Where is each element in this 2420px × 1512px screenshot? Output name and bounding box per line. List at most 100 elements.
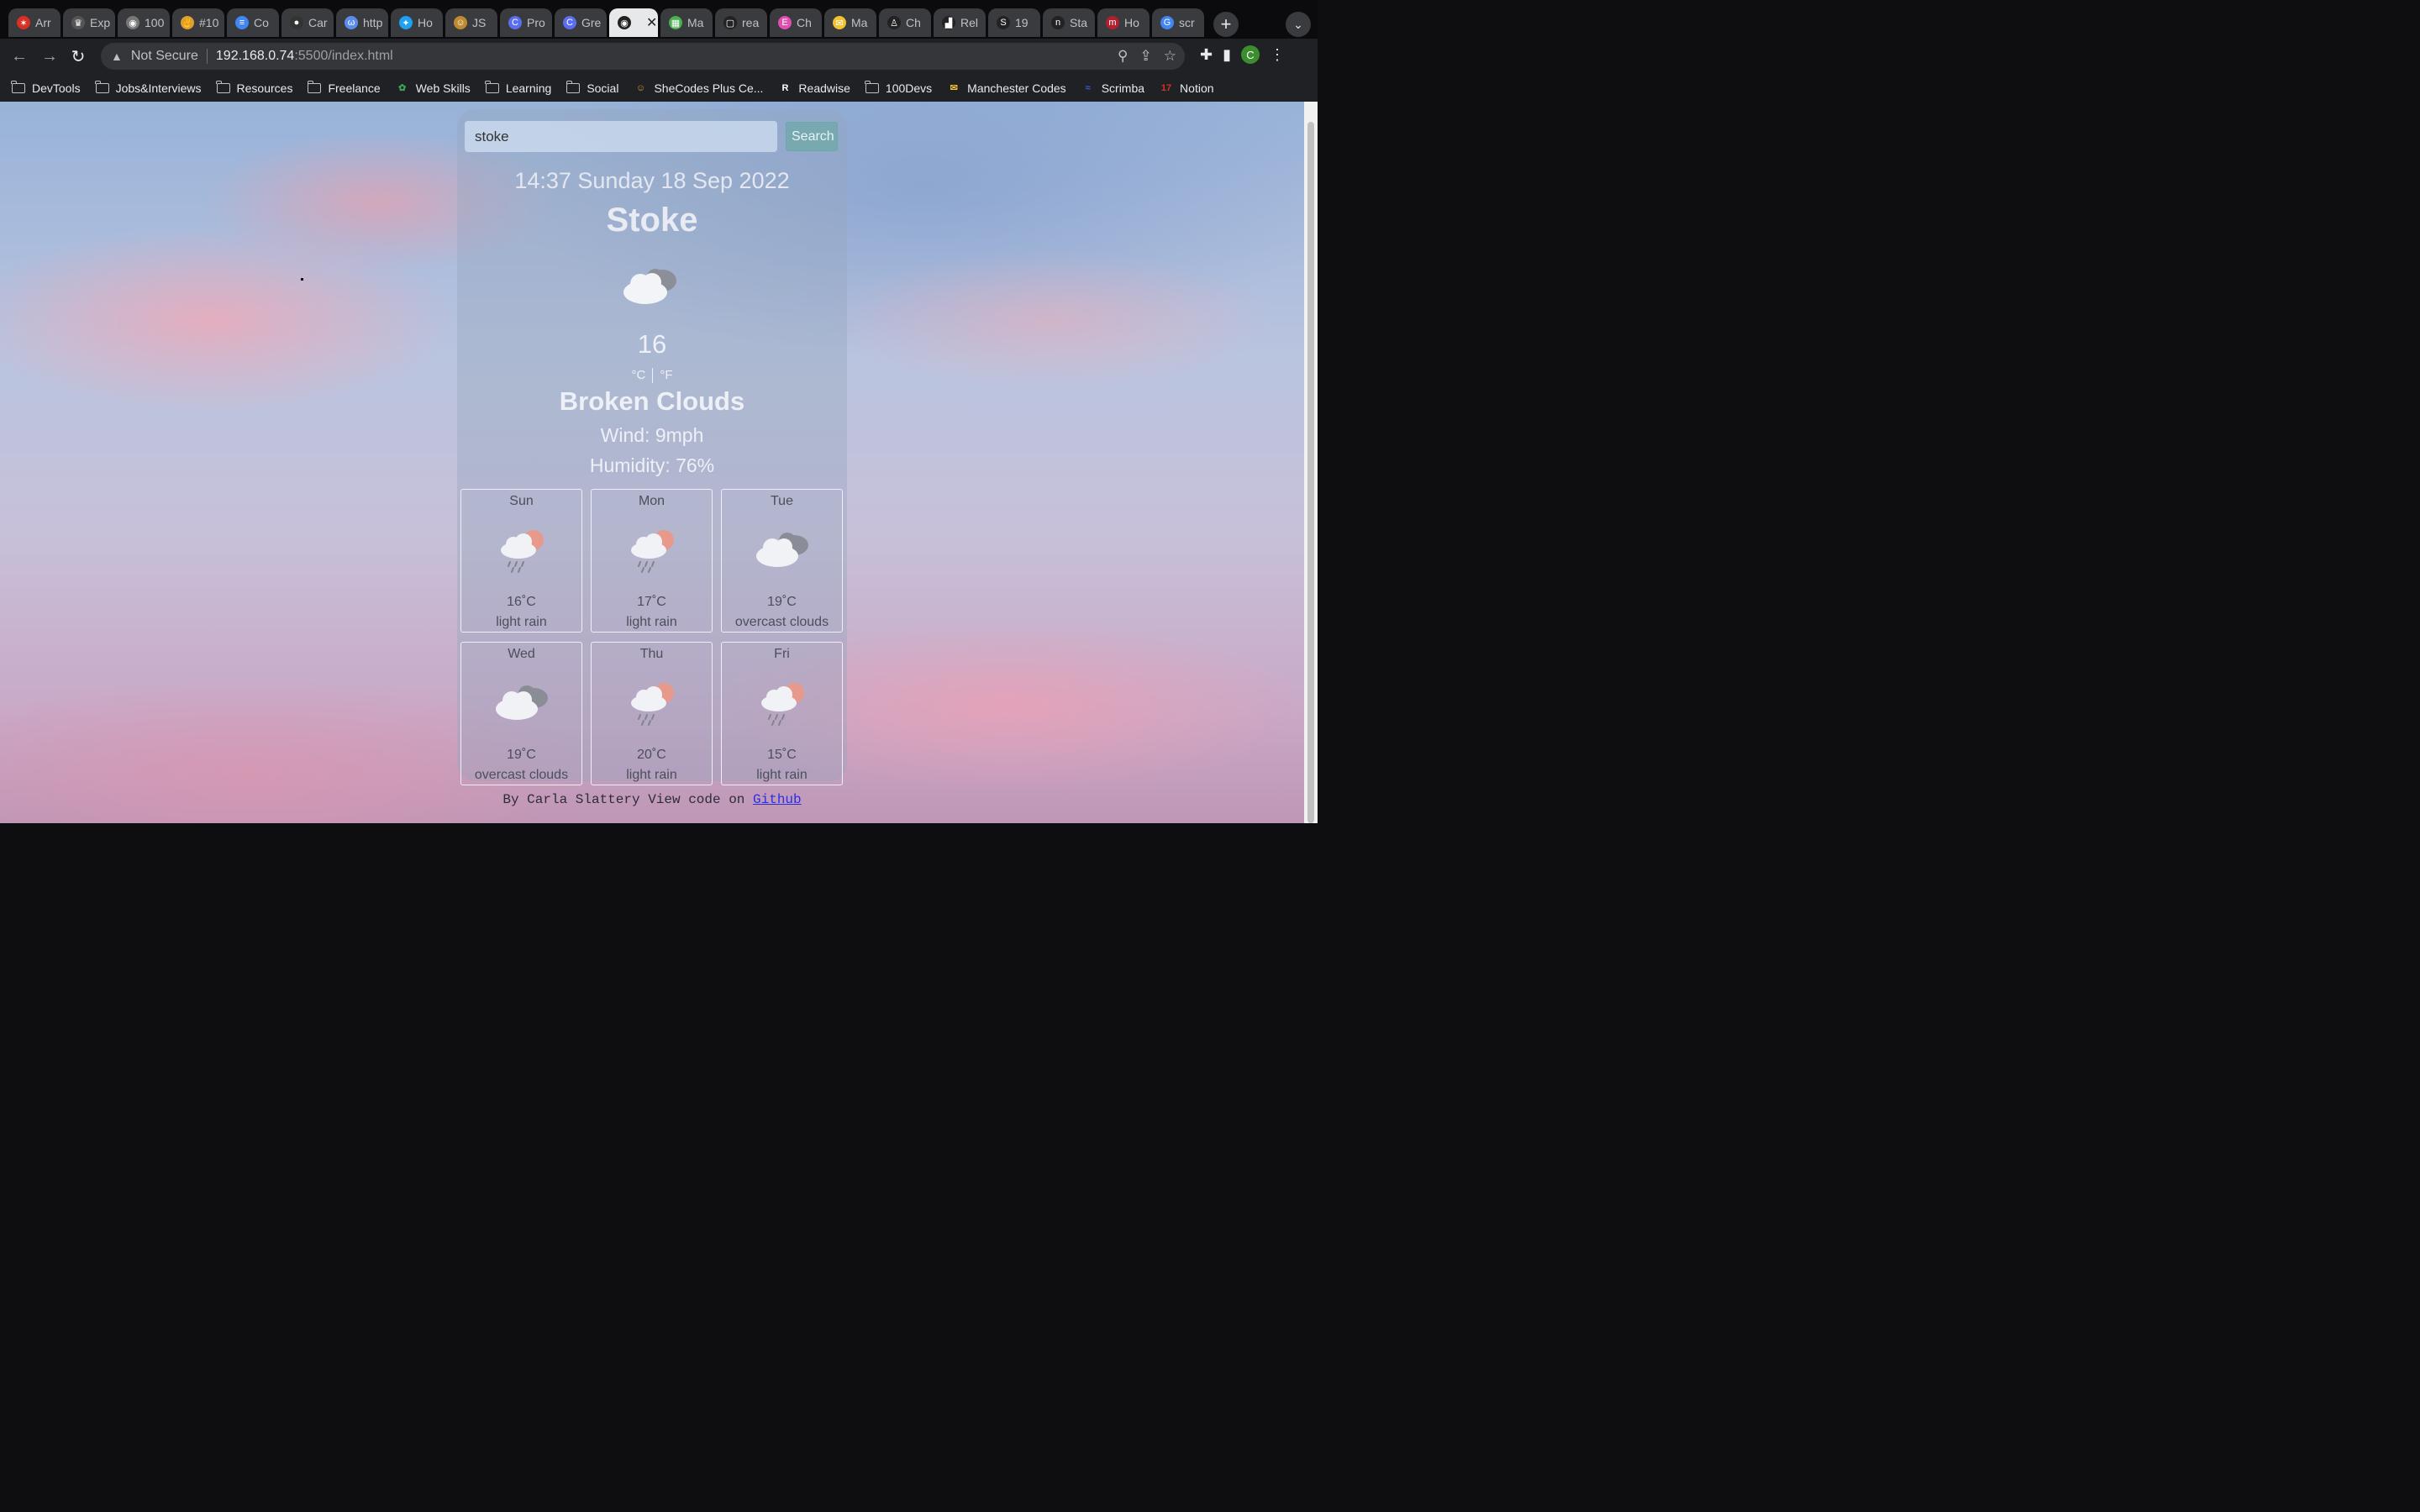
bookmark-item[interactable]: Social: [566, 80, 618, 95]
forecast-temperature: 20˚C: [637, 748, 666, 762]
bookmark-item[interactable]: DevTools: [11, 80, 81, 95]
bookmark-item[interactable]: ✉ Manchester Codes: [947, 81, 1066, 95]
site-favicon-icon: ☺: [635, 82, 646, 93]
site-favicon-icon: ≈: [1085, 82, 1091, 93]
url-path: :5500/index.html: [294, 49, 393, 63]
forecast-description: light rain: [496, 615, 547, 629]
browser-tab[interactable]: ✦ Ho: [391, 8, 443, 37]
tab-title: 19: [1015, 16, 1028, 29]
browser-tab[interactable]: C Gre: [555, 8, 607, 37]
forecast-description: light rain: [756, 768, 808, 782]
forecast-day: Sun: [509, 494, 534, 508]
bookmark-label: Freelance: [328, 81, 381, 95]
city-search-input[interactable]: [465, 121, 777, 152]
tab-favicon-icon: ☺: [454, 16, 467, 29]
bookmark-label: Readwise: [798, 81, 850, 95]
tab-title: Car: [308, 16, 328, 29]
forecast-temperature: 15˚C: [767, 748, 797, 762]
security-label: Not Secure: [130, 49, 198, 63]
bookmark-item[interactable]: R Readwise: [778, 81, 850, 95]
forecast-description: light rain: [626, 768, 677, 782]
light-rain-icon: [629, 527, 681, 578]
current-datetime: 14:37 Sunday 18 Sep 2022: [514, 168, 790, 193]
tab-title: rea: [742, 16, 760, 29]
tab-favicon-icon: m: [1106, 16, 1119, 29]
reload-icon[interactable]: ↻: [67, 45, 89, 67]
browser-tab[interactable]: n Sta: [1043, 8, 1095, 37]
folder-icon: [307, 80, 322, 93]
forward-icon[interactable]: →: [39, 45, 60, 67]
zoom-icon[interactable]: ⚲: [1118, 48, 1128, 65]
browser-tab[interactable]: Gscr: [1152, 8, 1204, 37]
bookmark-item[interactable]: 17 Notion: [1160, 81, 1214, 95]
forecast-temperature: 19˚C: [767, 595, 797, 609]
browser-tab[interactable]: ♛ Exp: [63, 8, 115, 37]
back-icon[interactable]: ←: [8, 45, 30, 67]
profile-avatar[interactable]: C: [1241, 45, 1260, 64]
tab-title: Co: [254, 16, 269, 29]
tab-title: http: [363, 16, 383, 29]
menu-icon[interactable]: ⋮: [1270, 46, 1285, 64]
forecast-day-card: Thu 20˚C light rain: [591, 642, 713, 785]
forecast-day-card: Tue 19˚C overcast clouds: [721, 489, 843, 633]
tab-title: Gre: [581, 16, 602, 29]
extensions-icon[interactable]: ✚: [1200, 46, 1213, 64]
browser-tab[interactable]: ◉ ✕: [609, 8, 658, 37]
page-scrollbar[interactable]: [1304, 102, 1318, 823]
browser-tab[interactable]: ≡ Co: [227, 8, 279, 37]
browser-tab[interactable]: C Pro: [500, 8, 552, 37]
browser-tab[interactable]: S 19: [988, 8, 1040, 37]
bookmark-item[interactable]: ☺ SheCodes Plus Ce...: [634, 81, 764, 95]
bookmark-star-icon[interactable]: ☆: [1164, 48, 1176, 65]
folder-icon: [566, 80, 581, 93]
tab-search-button[interactable]: ⌄: [1286, 12, 1311, 37]
bookmark-item[interactable]: Learning: [485, 80, 551, 95]
browser-tab[interactable]: E Ch: [770, 8, 822, 37]
tab-title: Ch: [906, 16, 921, 29]
share-icon[interactable]: ⇪: [1140, 48, 1152, 65]
tab-favicon-icon: ▢: [723, 16, 737, 29]
bookmark-label: Web Skills: [415, 81, 471, 95]
browser-tab[interactable]: ▦ Ma: [660, 8, 713, 37]
bookmark-item[interactable]: Jobs&Interviews: [94, 80, 202, 95]
browser-tab[interactable]: ω http: [336, 8, 388, 37]
bookmark-item[interactable]: Freelance: [307, 80, 381, 95]
tab-title: Ch: [797, 16, 812, 29]
github-link[interactable]: Github: [753, 792, 802, 807]
close-tab-icon[interactable]: ✕: [646, 14, 657, 31]
tab-favicon-icon: C: [563, 16, 576, 29]
bookmark-label: SheCodes Plus Ce...: [654, 81, 764, 95]
bookmark-item[interactable]: ≈ Scrimba: [1081, 81, 1144, 95]
browser-tab[interactable]: ✌ #10: [172, 8, 224, 37]
browser-tab[interactable]: ☺ JS: [445, 8, 497, 37]
bookmark-item[interactable]: 100Devs: [865, 80, 932, 95]
celsius-link[interactable]: °C: [631, 368, 645, 382]
weather-card: Search 14:37 Sunday 18 Sep 2022 Stoke 16…: [457, 109, 847, 785]
fahrenheit-link[interactable]: °F: [660, 368, 672, 382]
weather-description: Broken Clouds: [559, 386, 745, 416]
new-tab-button[interactable]: +: [1213, 12, 1239, 37]
browser-tab[interactable]: ✉ Ma: [824, 8, 876, 37]
tab-favicon-icon: ≡: [235, 16, 249, 29]
side-panel-icon[interactable]: ▮: [1223, 46, 1231, 64]
browser-tab[interactable]: m Ho: [1097, 8, 1150, 37]
browser-tab[interactable]: ◉ 100: [118, 8, 170, 37]
forecast-day-card: Wed 19˚C overcast clouds: [460, 642, 582, 785]
bookmark-item[interactable]: ✿ Web Skills: [396, 81, 471, 95]
browser-tab[interactable]: ● Car: [281, 8, 334, 37]
search-button[interactable]: Search: [786, 122, 838, 151]
tab-favicon-icon: ▟: [942, 16, 955, 29]
forecast-day: Mon: [638, 494, 666, 508]
bookmark-label: Notion: [1180, 81, 1214, 95]
tab-title: Arr: [35, 16, 51, 29]
page-viewport: Search 14:37 Sunday 18 Sep 2022 Stoke 16…: [0, 102, 1304, 823]
browser-tab[interactable]: ▟ Rel: [934, 8, 986, 37]
bookmark-item[interactable]: Resources: [215, 80, 292, 95]
browser-tab[interactable]: ✶ Arr: [8, 8, 60, 37]
tab-favicon-icon: ✉: [833, 16, 846, 29]
scrollbar-thumb[interactable]: [1307, 122, 1314, 823]
address-bar[interactable]: ▲ Not Secure 192.168.0.74:5500/index.htm…: [101, 43, 1185, 70]
forecast-temperature: 19˚C: [507, 748, 536, 762]
browser-tab[interactable]: ♙ Ch: [879, 8, 931, 37]
browser-tab[interactable]: ▢ rea: [715, 8, 767, 37]
